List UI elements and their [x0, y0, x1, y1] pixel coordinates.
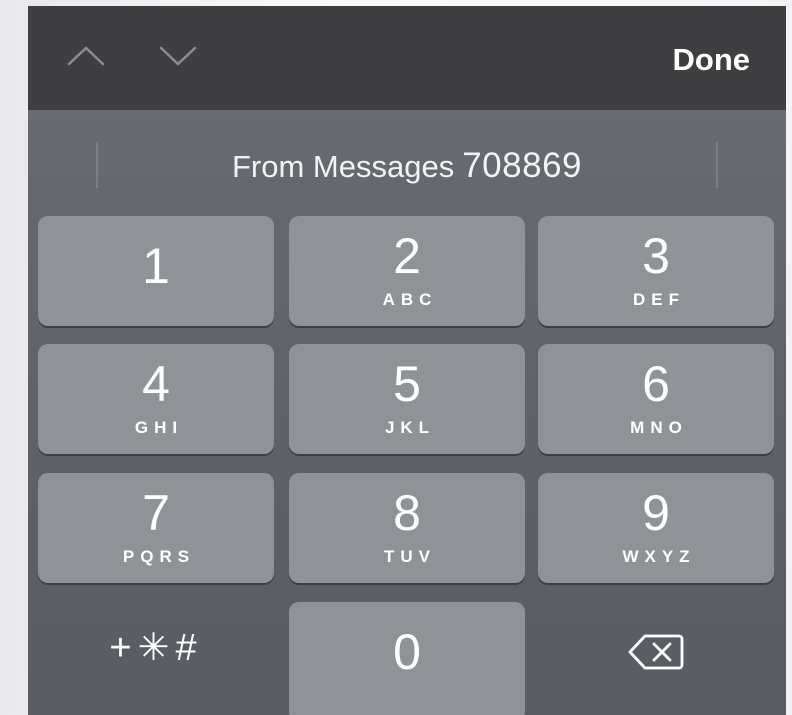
key-letters: JKL	[384, 418, 436, 437]
backspace-icon	[628, 634, 684, 670]
key-letters: ABC	[382, 290, 438, 309]
key-6[interactable]: 6 MNO	[538, 344, 774, 454]
key-digit: 1	[142, 238, 170, 294]
suggestion-code: 708869	[462, 146, 583, 185]
key-letters: TUV	[384, 547, 436, 566]
key-letters: WXYZ	[622, 547, 696, 566]
done-button[interactable]: Done	[673, 42, 751, 78]
key-2[interactable]: 2 ABC	[289, 216, 525, 326]
key-4[interactable]: 4 GHI	[38, 344, 274, 454]
key-digit: 3	[642, 228, 670, 284]
key-3[interactable]: 3 DEF	[538, 216, 774, 326]
key-8[interactable]: 8 TUV	[289, 473, 525, 583]
key-digit: 0	[393, 624, 421, 680]
key-digit: 8	[393, 485, 421, 541]
key-7[interactable]: 7 PQRS	[38, 473, 274, 583]
key-letters: MNO	[630, 418, 688, 437]
key-digit: 9	[642, 485, 670, 541]
next-field-button[interactable]	[156, 38, 200, 74]
key-letters: PQRS	[122, 547, 196, 566]
numeric-keyboard: Done From Messages 708869 1 2 ABC 3 DEF 4…	[28, 6, 786, 715]
chevron-down-icon	[159, 46, 197, 66]
keyboard-toolbar: Done	[28, 6, 786, 110]
key-5[interactable]: 5 JKL	[289, 344, 525, 454]
key-letters: GHI	[134, 418, 184, 437]
suggestion-source: From Messages	[231, 149, 455, 184]
key-digit: 7	[142, 485, 170, 541]
quicktype-suggestion-bar: From Messages 708869	[28, 110, 786, 210]
key-9[interactable]: 9 WXYZ	[538, 473, 774, 583]
key-1[interactable]: 1	[38, 216, 274, 326]
chevron-up-icon	[67, 46, 105, 66]
delete-button[interactable]	[538, 602, 774, 702]
previous-field-button[interactable]	[64, 38, 108, 74]
key-digit: 5	[393, 356, 421, 412]
key-digit: 4	[142, 356, 170, 412]
key-0[interactable]: 0	[289, 602, 525, 715]
symbols-key[interactable]: +✳#	[38, 602, 274, 702]
otp-suggestion[interactable]: From Messages 708869	[28, 146, 786, 186]
key-letters: DEF	[633, 290, 685, 309]
key-digit: 6	[642, 356, 670, 412]
key-digit: 2	[393, 228, 421, 284]
